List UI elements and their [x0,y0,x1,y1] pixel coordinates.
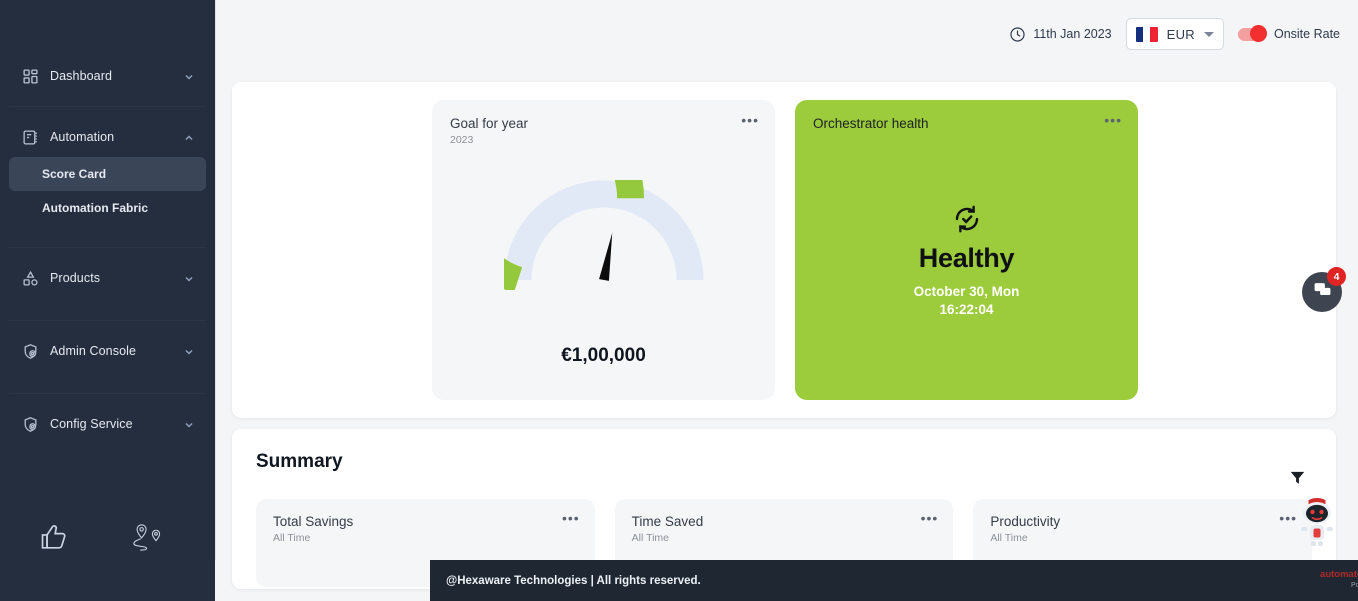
widgets-panel: Goal for year 2023 ••• €1,00,000 Orchest… [232,82,1336,418]
health-date-text: October 30, Mon [913,284,1020,299]
widget-title: Orchestrator health [813,116,929,131]
gauge-svg [503,180,703,290]
toggle-label: Onsite Rate [1273,27,1340,41]
sidebar-subitem-label: Automation Fabric [42,201,149,215]
products-icon [20,268,40,288]
content-edge [215,0,216,560]
health-datetime: October 30, Mon 16:22:04 [914,283,1020,319]
footer: @Hexaware Technologies | All rights rese… [430,560,1358,601]
summary-card-menu-button[interactable]: ••• [1279,511,1297,525]
sidebar-item-automation[interactable]: Automation [9,117,206,157]
date-display: 11th Jan 2023 [1009,26,1112,43]
widget-menu-button[interactable]: ••• [741,113,759,127]
summary-card-subtitle: All Time [631,532,670,544]
widget-title: Goal for year [450,116,529,131]
health-status: Healthy [918,243,1015,273]
chevron-down-icon[interactable] [183,272,195,284]
automation-icon [20,127,40,147]
sidebar-item-label: Automation [50,130,115,144]
tensai-logo: automate everything® Powered by tensai [1320,570,1358,590]
summary-card-menu-button[interactable]: ••• [562,511,580,525]
robot-assistant-icon[interactable] [1296,496,1338,553]
widget-row: Goal for year 2023 ••• €1,00,000 Orchest… [232,82,1336,400]
france-flag-icon [1135,26,1158,42]
chevron-down-icon[interactable] [183,418,195,430]
goal-for-year-widget: Goal for year 2023 ••• €1,00,000 [432,100,775,400]
widget-menu-button[interactable]: ••• [1104,113,1122,127]
summary-card-title: Total Savings [273,514,354,529]
sidebar-item-automation-fabric[interactable]: Automation Fabric [9,191,206,225]
sidebar-item-dashboard[interactable]: Dashboard [9,56,206,96]
powered-by-label: Powered by [1350,582,1358,590]
gauge-value: €1,00,000 [561,345,646,366]
refresh-check-icon [952,204,982,239]
sidebar-bottom-actions [0,521,215,558]
divider [9,320,206,321]
summary-card-title: Productivity [990,514,1061,529]
summary-card-menu-button[interactable]: ••• [921,511,939,525]
thumbs-up-icon[interactable] [38,522,69,558]
divider [9,393,206,394]
sidebar-item-config-service[interactable]: Config Service [9,404,206,444]
health-time-text: 16:22:04 [939,302,994,318]
summary-card-subtitle: All Time [273,532,311,544]
sidebar-item-label: Config Service [50,417,133,431]
gauge-chart [432,180,775,290]
sidebar-item-score-card[interactable]: Score Card [9,157,206,191]
sidebar-subitem-label: Score Card [42,167,107,181]
clock-icon [1009,26,1026,43]
topbar: 11th Jan 2023 EUR Onsite Rate [215,0,1358,68]
chat-button[interactable]: 4 [1302,267,1346,312]
summary-title: Summary [256,451,343,472]
currency-select[interactable]: EUR [1125,18,1224,50]
widget-subtitle: 2023 [450,134,474,146]
sidebar-item-label: Dashboard [50,69,113,83]
chevron-down-icon[interactable] [183,345,195,357]
brand-word-automate: automate [1320,569,1358,581]
grid-icon [20,66,40,86]
divider [9,247,206,248]
summary-card-subtitle: All Time [990,532,1028,544]
footer-copyright: @Hexaware Technologies | All rights rese… [446,574,701,587]
chevron-down-icon[interactable] [1203,31,1214,37]
main-content: 11th Jan 2023 EUR Onsite Rate Goal for y… [215,0,1358,601]
toggle-switch[interactable] [1237,25,1267,42]
onsite-rate-toggle[interactable]: Onsite Rate [1237,25,1340,42]
orchestrator-health-widget: Orchestrator health ••• Healthy October … [795,100,1138,400]
chat-message-icon [1313,280,1332,304]
sidebar-item-label: Admin Console [50,344,137,358]
chevron-down-icon[interactable] [183,70,195,82]
admin-shield-gear-icon [20,341,40,361]
divider [9,106,206,107]
health-content: Healthy October 30, Mon 16:22:04 [795,204,1138,319]
footer-brands: automate everything® Powered by tensai [1320,567,1358,595]
currency-code: EUR [1166,26,1195,42]
filter-icon[interactable] [1289,469,1306,491]
summary-card-title: Time Saved [631,514,704,529]
app-root: Dashboard Automation Score Card Automati… [0,0,1358,601]
chat-badge: 4 [1327,267,1346,286]
sidebar: Dashboard Automation Score Card Automati… [0,0,215,601]
date-text: 11th Jan 2023 [1033,27,1112,41]
sidebar-item-admin-console[interactable]: Admin Console [9,331,206,371]
roadmap-pins-icon[interactable] [129,521,165,558]
chevron-up-icon[interactable] [183,131,195,143]
sidebar-item-label: Products [50,271,101,285]
sidebar-item-products[interactable]: Products [9,258,206,298]
config-shield-gear-icon [20,414,40,434]
